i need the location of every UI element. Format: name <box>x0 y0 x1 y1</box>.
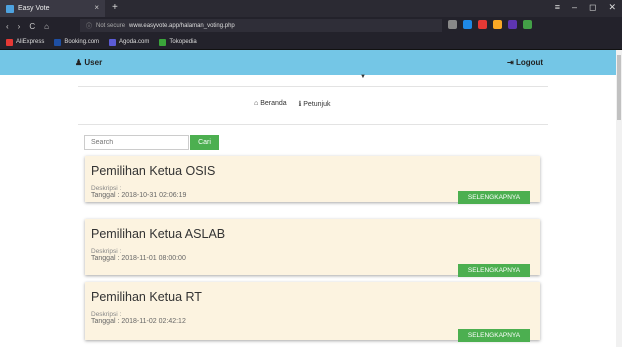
menu-icon[interactable]: ≡ <box>555 2 560 13</box>
forward-icon[interactable]: › <box>18 22 21 31</box>
page-scrollbar[interactable] <box>616 50 622 347</box>
lock-icon: ⓘ <box>86 24 93 30</box>
browser-navbar: ‹ › C ⌂ ⓘ Not secure www.easyvote.app/ha… <box>0 17 622 35</box>
extension-icons <box>448 20 532 29</box>
home-icon[interactable]: ⌂ <box>44 22 49 31</box>
details-button[interactable]: SELENGKAPNYA <box>458 329 530 342</box>
search-input[interactable] <box>84 135 189 150</box>
reload-icon[interactable]: C <box>29 22 35 31</box>
menu-item-home[interactable]: ⌂ Beranda <box>254 100 287 108</box>
security-label: Not secure <box>96 22 126 29</box>
divider <box>78 86 548 87</box>
window-controls: ≡ – ◻ ✕ <box>555 2 616 13</box>
dropdown-caret-icon: ▼ <box>360 74 366 80</box>
page-content: ♟ User ⇥ Logout ▼ ⌂ Beranda ℹ Petunjuk C… <box>0 50 622 347</box>
bookmark-icon <box>6 38 13 46</box>
election-title: Pemilihan Ketua ASLAB <box>91 227 226 241</box>
election-card: Pemilihan Ketua OSIS Deskripsi : Tanggal… <box>85 156 540 204</box>
search-button[interactable]: Cari <box>190 135 219 150</box>
bookmark-booking[interactable]: Booking.com <box>54 38 100 46</box>
bookmark-icon <box>54 38 62 46</box>
election-date: Tanggal : 2018-11-01 08:00:00 <box>91 255 186 262</box>
user-icon: ♟ <box>75 58 85 67</box>
logout-icon: ⇥ <box>507 58 516 67</box>
bookmark-icon <box>159 38 167 46</box>
election-description: Deskripsi : <box>91 311 122 318</box>
menu-label: Beranda <box>260 100 287 107</box>
bookmark-label: Booking.com <box>64 39 100 45</box>
menu-label: Petunjuk <box>303 101 331 108</box>
extension-icon[interactable] <box>523 20 532 29</box>
extension-icon[interactable] <box>493 20 502 29</box>
divider <box>78 124 548 125</box>
user-label: User <box>84 58 103 67</box>
bookmark-label: Agoda.com <box>119 39 150 45</box>
details-button[interactable]: SELENGKAPNYA <box>458 264 530 277</box>
tab-close-icon[interactable]: × <box>94 3 99 12</box>
url-text: www.easyvote.app/halaman_voting.php <box>129 22 235 29</box>
election-description: Deskripsi : <box>91 248 122 255</box>
close-window-icon[interactable]: ✕ <box>608 2 616 13</box>
bookmark-label: Tokopedia <box>169 39 197 45</box>
election-card: Pemilihan Ketua RT Deskripsi : Tanggal :… <box>85 282 540 342</box>
scrollbar-thumb[interactable] <box>617 55 621 120</box>
app-header: ♟ User ⇥ Logout <box>0 50 622 75</box>
election-title: Pemilihan Ketua RT <box>91 290 202 304</box>
bookmark-aliexpress[interactable]: AliExpress <box>6 38 45 46</box>
bookmark-tokopedia[interactable]: Tokopedia <box>159 38 197 46</box>
election-date: Tanggal : 2018-11-02 02:42:12 <box>91 318 186 325</box>
minimize-icon[interactable]: – <box>572 2 577 13</box>
bookmarks-bar: AliExpress Booking.com Agoda.com Tokoped… <box>0 35 622 50</box>
logout-label: Logout <box>515 58 544 67</box>
extension-icon[interactable] <box>508 20 517 29</box>
main-menu: ⌂ Beranda ℹ Petunjuk <box>254 100 331 108</box>
new-tab-button[interactable]: + <box>112 2 118 13</box>
bookmark-icon <box>109 38 117 46</box>
user-menu[interactable]: ♟ User <box>75 58 102 67</box>
details-button[interactable]: SELENGKAPNYA <box>458 191 530 204</box>
bookmark-agoda[interactable]: Agoda.com <box>109 38 150 46</box>
tab-title: Easy Vote <box>18 5 50 12</box>
election-card: Pemilihan Ketua ASLAB Deskripsi : Tangga… <box>85 219 540 277</box>
browser-titlebar: Easy Vote × + ≡ – ◻ ✕ <box>0 0 622 17</box>
bookmark-label: AliExpress <box>16 39 45 45</box>
election-date: Tanggal : 2018-10-31 02:06:19 <box>91 192 187 199</box>
address-bar[interactable]: ⓘ Not secure www.easyvote.app/halaman_vo… <box>80 19 442 32</box>
back-icon[interactable]: ‹ <box>6 22 9 31</box>
browser-tab[interactable]: Easy Vote × <box>0 0 105 17</box>
election-title: Pemilihan Ketua OSIS <box>91 164 216 178</box>
logout-button[interactable]: ⇥ Logout <box>507 58 543 67</box>
extension-icon[interactable] <box>463 20 472 29</box>
extension-icon[interactable] <box>478 20 487 29</box>
extension-icon[interactable] <box>448 20 457 29</box>
menu-item-help[interactable]: ℹ Petunjuk <box>299 100 331 108</box>
tab-favicon-icon <box>6 4 14 13</box>
election-description: Deskripsi : <box>91 185 122 192</box>
maximize-icon[interactable]: ◻ <box>589 2 596 13</box>
